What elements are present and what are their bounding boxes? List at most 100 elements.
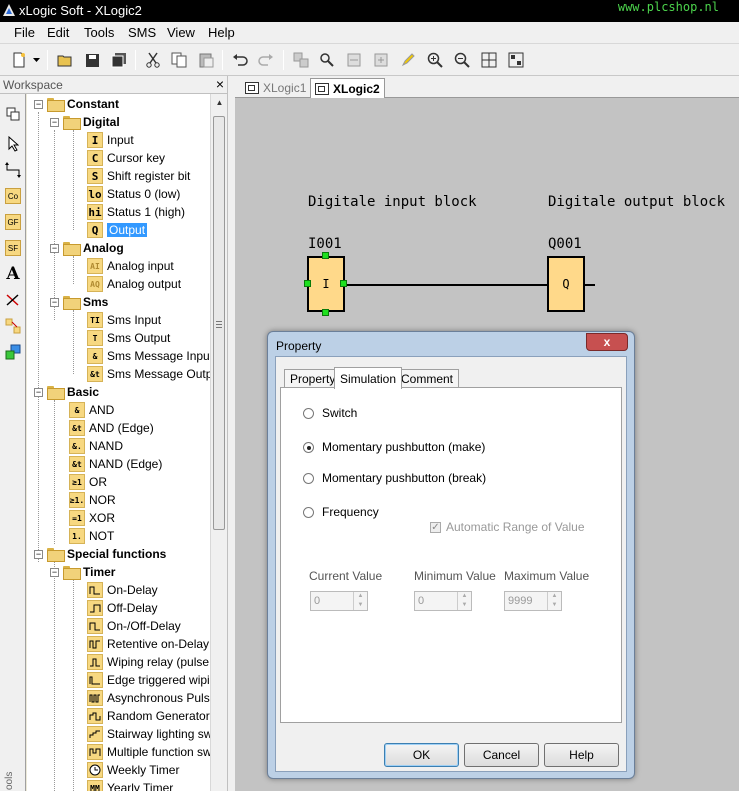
spin-up-icon[interactable]: ▲ bbox=[458, 592, 471, 601]
help-button[interactable]: Help bbox=[544, 743, 619, 767]
magnify-block-icon[interactable] bbox=[316, 49, 338, 71]
cut-icon[interactable] bbox=[142, 49, 164, 71]
tree-item-shift-register-bit[interactable]: S Shift register bit bbox=[87, 167, 190, 185]
collapse-icon[interactable]: − bbox=[34, 549, 43, 559]
tree-node-analog[interactable]: − Analog bbox=[50, 239, 124, 257]
tree-node-timer[interactable]: − Timer bbox=[50, 563, 115, 581]
scroll-thumb[interactable] bbox=[213, 116, 225, 530]
menu-edit[interactable]: Edit bbox=[47, 25, 69, 40]
tree-item-or[interactable]: ≥1 OR bbox=[69, 473, 107, 491]
zoom-in-icon[interactable] bbox=[424, 49, 446, 71]
tree-node-digital[interactable]: − Digital bbox=[50, 113, 120, 131]
tree-scrollbar[interactable]: ▲ bbox=[210, 94, 227, 791]
radio-button-selected[interactable] bbox=[303, 441, 314, 453]
menu-view[interactable]: View bbox=[167, 25, 195, 40]
tab-xlogic1[interactable]: XLogic1 bbox=[241, 78, 310, 98]
radio-button[interactable] bbox=[303, 407, 314, 419]
tree-item-on-delay[interactable]: On-Delay bbox=[87, 581, 158, 599]
text-tool-icon[interactable]: A bbox=[3, 264, 23, 284]
constant-block-icon[interactable]: Co bbox=[3, 186, 23, 206]
pencil-icon[interactable] bbox=[397, 49, 419, 71]
tab-simulation[interactable]: Simulation bbox=[334, 367, 403, 389]
tree-item-output[interactable]: Q Output bbox=[87, 221, 148, 239]
collapse-icon[interactable]: − bbox=[50, 567, 59, 577]
option-momentary-make[interactable]: Momentary pushbutton (make) bbox=[303, 440, 485, 454]
tab-property[interactable]: Property bbox=[284, 369, 342, 388]
tree-item-stairway-lighting[interactable]: Stairway lighting sw bbox=[87, 725, 210, 743]
collapse-icon[interactable]: − bbox=[50, 297, 59, 307]
collapse-icon[interactable]: − bbox=[50, 117, 59, 127]
tree-node-sms[interactable]: − Sms bbox=[50, 293, 108, 311]
resize-handle[interactable] bbox=[322, 309, 329, 316]
menu-sms[interactable]: SMS bbox=[128, 25, 156, 40]
spin-down-icon[interactable]: ▼ bbox=[548, 601, 561, 610]
tree-node-basic[interactable]: − Basic bbox=[34, 383, 99, 401]
tree-item-sms-input[interactable]: TI Sms Input bbox=[87, 311, 161, 329]
tree-item-and[interactable]: & AND bbox=[69, 401, 114, 419]
tree-node-constant[interactable]: − Constant bbox=[34, 95, 119, 113]
special-function-icon[interactable]: SF bbox=[3, 238, 23, 258]
radio-button[interactable] bbox=[303, 506, 314, 518]
tree-item-retentive-on-delay[interactable]: Retentive on-Delay bbox=[87, 635, 209, 653]
menu-tools[interactable]: Tools bbox=[84, 25, 114, 40]
transfer-icon[interactable] bbox=[370, 49, 392, 71]
cut-wire-icon[interactable] bbox=[3, 290, 23, 310]
maximum-value-spinner[interactable]: 9999 ▲ ▼ bbox=[504, 591, 562, 611]
tree-item-multiple-function-switch[interactable]: Multiple function sw bbox=[87, 743, 210, 761]
tree-item-on-off-delay[interactable]: On-/Off-Delay bbox=[87, 617, 181, 635]
spin-down-icon[interactable]: ▼ bbox=[354, 601, 367, 610]
tree-item-input[interactable]: I Input bbox=[87, 131, 134, 149]
new-dropdown-icon[interactable] bbox=[30, 49, 42, 71]
tree-item-status-high[interactable]: hi Status 1 (high) bbox=[87, 203, 185, 221]
tree-item-edge-triggered-wiping[interactable]: Edge triggered wipi bbox=[87, 671, 210, 689]
save-all-icon[interactable] bbox=[108, 49, 130, 71]
tree-item-nand-edge[interactable]: &t NAND (Edge) bbox=[69, 455, 162, 473]
tree-item-yearly-timer[interactable]: MM Yearly Timer bbox=[87, 779, 173, 791]
collapse-icon[interactable]: − bbox=[50, 243, 59, 253]
tree-item-wiping-relay[interactable]: Wiping relay (pulse bbox=[87, 653, 209, 671]
ok-button[interactable]: OK bbox=[384, 743, 459, 767]
network-icon[interactable] bbox=[3, 342, 23, 362]
select-arrow-icon[interactable] bbox=[3, 134, 23, 154]
tree-item-nand[interactable]: &. NAND bbox=[69, 437, 123, 455]
save-icon[interactable] bbox=[81, 49, 103, 71]
paste-icon[interactable] bbox=[195, 49, 217, 71]
minimum-value-spinner[interactable]: 0 ▲ ▼ bbox=[414, 591, 472, 611]
copy-icon[interactable] bbox=[168, 49, 190, 71]
spin-up-icon[interactable]: ▲ bbox=[354, 592, 367, 601]
menu-help[interactable]: Help bbox=[208, 25, 235, 40]
spin-up-icon[interactable]: ▲ bbox=[548, 592, 561, 601]
resize-handle[interactable] bbox=[304, 280, 311, 287]
tree-item-analog-output[interactable]: AQ Analog output bbox=[87, 275, 181, 293]
open-folder-icon[interactable] bbox=[54, 49, 76, 71]
tree-item-not[interactable]: 1. NOT bbox=[69, 527, 114, 545]
menu-file[interactable]: File bbox=[14, 25, 35, 40]
zoom-out-icon[interactable] bbox=[451, 49, 473, 71]
block-connect-icon[interactable] bbox=[3, 316, 23, 336]
layout-icon[interactable] bbox=[505, 49, 527, 71]
tree-item-cursor-key[interactable]: C Cursor key bbox=[87, 149, 165, 167]
connect-icon[interactable] bbox=[3, 160, 23, 180]
radio-button[interactable] bbox=[303, 472, 314, 484]
basic-function-icon[interactable]: GF bbox=[3, 212, 23, 232]
insert-connector-icon[interactable] bbox=[290, 49, 312, 71]
resize-handle[interactable] bbox=[322, 252, 329, 259]
pin-icon[interactable] bbox=[3, 104, 23, 124]
tab-xlogic2[interactable]: XLogic2 bbox=[310, 78, 385, 98]
scroll-up-icon[interactable]: ▲ bbox=[211, 94, 228, 111]
collapse-icon[interactable]: − bbox=[34, 99, 43, 109]
tree-item-nor[interactable]: ≥1. NOR bbox=[69, 491, 116, 509]
tree-item-status-low[interactable]: lo Status 0 (low) bbox=[87, 185, 180, 203]
tree-item-asynchronous-pulse[interactable]: Asynchronous Puls bbox=[87, 689, 210, 707]
tree-item-analog-input[interactable]: AI Analog input bbox=[87, 257, 174, 275]
dialog-close-button[interactable]: x bbox=[586, 333, 628, 351]
spin-down-icon[interactable]: ▼ bbox=[458, 601, 471, 610]
cancel-button[interactable]: Cancel bbox=[464, 743, 539, 767]
tree-item-sms-message-input[interactable]: & Sms Message Input bbox=[87, 347, 210, 365]
panel-splitter[interactable] bbox=[227, 76, 235, 791]
tree-item-sms-message-output[interactable]: &t Sms Message Outp bbox=[87, 365, 210, 383]
option-switch[interactable]: Switch bbox=[303, 406, 357, 420]
tree-item-weekly-timer[interactable]: Weekly Timer bbox=[87, 761, 179, 779]
simulation-icon[interactable] bbox=[343, 49, 365, 71]
current-value-spinner[interactable]: 0 ▲ ▼ bbox=[310, 591, 368, 611]
